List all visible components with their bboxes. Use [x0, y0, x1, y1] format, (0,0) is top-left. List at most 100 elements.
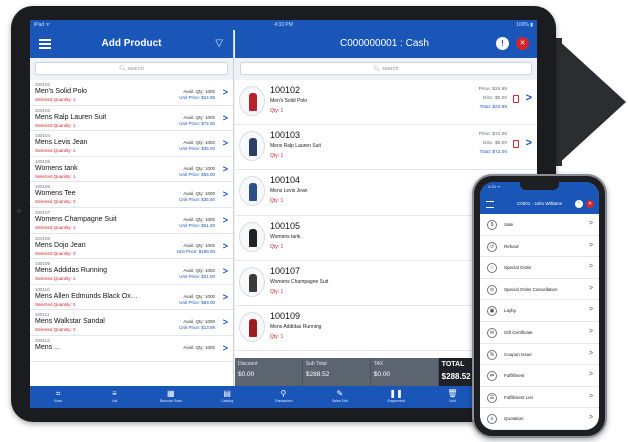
product-row[interactable]: 100112 Mens ... Avail. Qty: 1000 > [30, 336, 233, 362]
close-icon[interactable]: ✕ [516, 37, 529, 50]
chevron-right-icon[interactable]: > [223, 215, 228, 225]
cart-row[interactable]: 100102 Men's Solid Polo Qty: 1 Price: $24.9… [235, 80, 537, 126]
phone-menu-item[interactable]: % Coupon Issue > [480, 344, 599, 366]
product-row[interactable]: 100108 Mens Dojo Jean Selected Quantity: 0… [30, 234, 233, 260]
menu-item-label: Sale [504, 222, 514, 227]
product-code: 100102 [35, 82, 51, 87]
unit-price: Unit Price: $35.00 [179, 146, 215, 152]
cart-search-input[interactable]: 🔍︎ search [240, 62, 532, 75]
available-quantity: Avail. Qty: 1000 [183, 319, 215, 325]
available-quantity: Avail. Qty: 1000 [183, 89, 215, 94]
chevron-right-icon: > [588, 414, 593, 422]
menu-item-icon: ▣ [487, 306, 497, 317]
toolbar-catalog-button[interactable]: ▤ Catalog [199, 386, 255, 408]
phone-menu-item[interactable]: ✉ Gift Certificate > [480, 322, 599, 344]
chevron-right-icon: > [588, 263, 593, 271]
product-name: Men's Solid Polo [35, 88, 87, 95]
chevron-right-icon[interactable]: > [223, 292, 228, 302]
cart-item-id: 100102 [270, 85, 301, 95]
selected-quantity: Selected Quantity: 1 [35, 148, 76, 154]
product-name: Womens tank [35, 164, 78, 172]
phone-menu-item[interactable]: ☆ Special Order > [480, 257, 599, 279]
phone-menu-item[interactable]: ⊘ Special Order Cancellation > [480, 279, 599, 301]
phone-menu-item[interactable]: ⇄ Fulfillment > [480, 365, 599, 387]
chevron-right-icon: > [588, 306, 593, 314]
user-icon[interactable]: ! [496, 37, 509, 50]
product-row[interactable]: 100106 Womens Tee Selected Quantity: 0 Avai… [30, 182, 233, 208]
trash-icon[interactable] [513, 95, 519, 103]
product-name: Mens Walkstar Sandal [35, 318, 105, 326]
chevron-right-icon[interactable]: > [223, 138, 228, 148]
chevron-right-icon[interactable]: > [223, 164, 228, 174]
garment-icon [249, 93, 257, 111]
selected-quantity: Selected Quantity: 0 [35, 250, 76, 256]
toolbar-transaction-button[interactable]: ⚲ Transaction [255, 386, 311, 408]
toolbar-label: Barcode Scan [159, 399, 182, 403]
toolbar-sales-edit-button[interactable]: ✎ Sales Edit [312, 386, 368, 408]
tablet-camera [17, 209, 21, 213]
toolbar-barcode-button[interactable]: ▦ Barcode Scan [143, 386, 199, 408]
cart-row[interactable]: 100103 Mens Ralp Lauren Suit Qty: 1 Price: … [235, 125, 537, 171]
chevron-right-icon[interactable]: > [223, 266, 228, 276]
product-row[interactable]: 100103 Mens Ralp Lauren Suit Selected Quan… [30, 106, 233, 132]
phone-menu-item[interactable]: ☰ Fulfillment List > [480, 387, 599, 409]
cart-item-name: Womens Champagne Suit [270, 278, 329, 285]
chevron-right-icon[interactable]: > [223, 317, 228, 327]
selected-quantity: Selected Quantity: 1 [35, 122, 76, 128]
product-row[interactable]: 100102 Men's Solid Polo Selected Quantity:… [30, 80, 233, 106]
phone-menu-item[interactable]: ↺ Refund > [480, 236, 599, 258]
cart-item-id: 100109 [270, 310, 301, 321]
close-icon[interactable]: ✕ [586, 200, 594, 208]
product-name: Mens Dojo Jean [35, 241, 86, 249]
unit-price: Unit Price: $31.00 [179, 274, 215, 280]
available-quantity: Avail. Qty: 1000 [183, 114, 215, 120]
product-row[interactable]: 100107 Womens Champagne Suit Selected Quan… [30, 208, 233, 234]
phone-screen: 4:33 ᯤ C0001 - John Williams ! ✕ $ Sale > ↺… [480, 182, 599, 430]
toolbar-scan-button[interactable]: ⌗ Scan [30, 386, 86, 408]
available-quantity: Avail. Qty: 1000 [183, 191, 215, 197]
chevron-right-icon[interactable]: > [526, 137, 532, 149]
selected-quantity: Selected Quantity: 1 [35, 173, 76, 179]
phone-status: 4:33 ᯤ [488, 184, 501, 189]
product-row[interactable]: 100110 Mens Allen Edmunds Black Ox… Select… [30, 285, 233, 311]
phone-menu-item[interactable]: ≡ Quotation > [480, 408, 599, 430]
trash-icon[interactable] [513, 140, 519, 149]
chevron-right-icon[interactable]: > [223, 189, 228, 199]
user-icon[interactable]: ! [575, 200, 583, 208]
phone-menu-list: $ Sale > ↺ Refund > ☆ Special Order > ⊘ Special Or… [480, 214, 599, 430]
chevron-right-icon[interactable]: > [223, 113, 228, 123]
menu-item-label: Special Order Cancellation [504, 286, 558, 292]
product-row[interactable]: 100105 Womens tank Selected Quantity: 1 Ava… [30, 157, 233, 183]
garment-icon [249, 183, 257, 202]
toolbar-list-button[interactable]: ≡ List [86, 386, 142, 408]
product-row[interactable]: 100111 Mens Walkstar Sandal Selected Quant… [30, 310, 233, 336]
product-row[interactable]: 100104 Mens Levis Jean Selected Quantity: … [30, 131, 233, 157]
product-name: Womens Champagne Suit [35, 215, 117, 223]
add-product-header: Add Product ▽ [30, 30, 233, 58]
phone-menu-item[interactable]: ▣ Layby > [480, 300, 599, 322]
toolbar-label: Scan [54, 399, 63, 403]
cart-item-total: Total: $24.95 [479, 105, 507, 110]
menu-item-label: Coupon Issue [504, 351, 532, 357]
cart-item-name: Mens Ralp Lauren Suit [270, 143, 321, 150]
search-icon: ⚲ [280, 389, 287, 398]
product-thumbnail [239, 221, 265, 252]
cart-item-name: Womens tank [270, 233, 301, 240]
menu-item-label: Fulfillment List [504, 394, 533, 400]
filter-icon[interactable]: ▽ [215, 38, 223, 49]
phone-menu-item[interactable]: $ Sale > [480, 214, 599, 236]
menu-item-icon: ☆ [487, 263, 497, 274]
chevron-right-icon[interactable]: > [223, 241, 228, 251]
cart-item-id: 100103 [270, 130, 301, 141]
product-search-input[interactable]: 🔍︎ search [35, 62, 228, 75]
toolbar-suspended-button[interactable]: ❚❚ Suspended [368, 386, 424, 408]
pause-icon: ❚❚ [389, 389, 403, 398]
unit-price: Unit Price: $24.95 [179, 95, 215, 100]
chevron-right-icon[interactable]: > [223, 343, 228, 353]
chevron-right-icon[interactable]: > [223, 87, 228, 97]
cart-item-price: Price: $24.95 [478, 87, 507, 92]
garment-icon [249, 228, 257, 247]
chevron-right-icon[interactable]: > [526, 92, 532, 104]
unit-price: Unit Price: $35.50 [179, 197, 215, 203]
product-row[interactable]: 100109 Mens Addidas Running Selected Quant… [30, 259, 233, 285]
